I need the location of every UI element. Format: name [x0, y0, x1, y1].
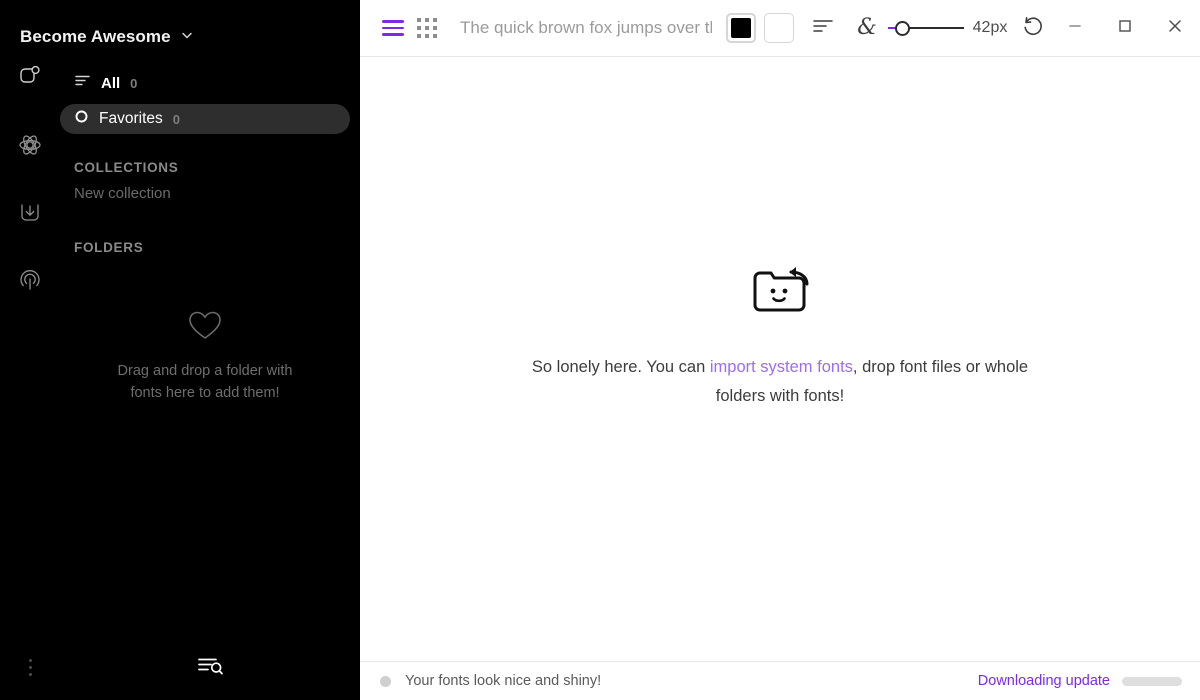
app-window: Become Awesome — [0, 0, 1200, 700]
import-system-fonts-link[interactable]: import system fonts — [710, 358, 853, 376]
circle-icon — [74, 109, 89, 129]
sidebar-item-favorites-count: 0 — [173, 112, 180, 127]
foreground-color-fill — [731, 18, 751, 38]
more-vertical-icon[interactable] — [18, 650, 42, 684]
empty-state-text: So lonely here. You can import system fo… — [515, 353, 1045, 410]
sidebar-item-all[interactable]: All 0 — [60, 68, 350, 98]
folder-dropzone[interactable]: Drag and drop a folder with fonts here t… — [60, 310, 350, 405]
icon-rail — [0, 62, 60, 300]
sidebar-item-all-label: All — [101, 75, 120, 92]
background-color-fill — [769, 18, 789, 38]
sidebar-nav: All 0 Favorites 0 COLLECTIONS New collec… — [60, 68, 350, 259]
grid-view-button[interactable] — [410, 11, 444, 45]
profile-switcher[interactable]: Become Awesome — [0, 0, 360, 56]
folder-smile-arrow-icon — [749, 266, 811, 327]
minimize-button[interactable] — [1050, 0, 1100, 57]
svg-text:&: & — [857, 15, 877, 39]
list-view-button[interactable] — [376, 11, 410, 45]
sidebar-footer — [0, 636, 360, 700]
font-size-value: 42px — [964, 19, 1016, 37]
rail-item-downloads[interactable] — [13, 198, 47, 232]
sidebar-item-favorites-label: Favorites — [99, 110, 163, 128]
profile-name: Become Awesome — [20, 27, 171, 47]
new-collection-button[interactable]: New collection — [60, 179, 350, 208]
maximize-icon — [1118, 19, 1132, 38]
download-icon — [17, 200, 43, 231]
dropzone-line1: Drag and drop a folder with — [118, 363, 293, 379]
broadcast-icon — [17, 268, 43, 299]
reset-icon — [1022, 15, 1044, 42]
slider-track — [909, 27, 964, 29]
align-left-icon — [812, 16, 834, 41]
background-color-swatch[interactable] — [764, 13, 794, 43]
empty-state: So lonely here. You can import system fo… — [360, 57, 1200, 661]
update-progress[interactable]: Downloading update — [978, 673, 1182, 689]
sidebar-item-favorites[interactable]: Favorites 0 — [60, 104, 350, 134]
close-icon — [1167, 18, 1183, 39]
folders-heading: FOLDERS — [60, 240, 350, 255]
list-search-icon[interactable] — [192, 648, 228, 684]
sidebar: Become Awesome — [0, 0, 360, 700]
status-message: Your fonts look nice and shiny! — [405, 673, 601, 689]
hamburger-list-icon — [382, 20, 404, 36]
empty-text-before: So lonely here. You can — [532, 358, 710, 376]
align-left-button[interactable] — [806, 11, 840, 45]
chevron-down-icon — [180, 28, 194, 47]
status-bar: Your fonts look nice and shiny! Download… — [360, 661, 1200, 700]
update-label: Downloading update — [978, 673, 1110, 689]
collections-heading: COLLECTIONS — [60, 160, 350, 175]
slider-handle[interactable] — [895, 21, 910, 36]
foreground-color-swatch[interactable] — [726, 13, 756, 43]
font-size-slider[interactable] — [888, 11, 964, 45]
main-area: & 42px — [360, 0, 1200, 700]
dropzone-text: Drag and drop a folder with fonts here t… — [113, 360, 298, 405]
grid-view-icon — [417, 18, 437, 38]
status-indicator-dot — [380, 676, 391, 687]
list-icon — [74, 72, 91, 94]
rail-item-discover[interactable] — [13, 266, 47, 300]
rail-item-playground[interactable] — [13, 130, 47, 164]
minimize-icon — [1068, 19, 1082, 38]
progress-track — [1122, 677, 1182, 686]
reset-button[interactable] — [1016, 11, 1050, 45]
heart-icon — [188, 310, 222, 346]
glyph-preview-button[interactable]: & — [850, 11, 884, 45]
maximize-button[interactable] — [1100, 0, 1150, 57]
dropzone-line2: fonts here to add them! — [130, 385, 279, 401]
window-controls — [1050, 0, 1200, 57]
atom-icon — [17, 132, 43, 163]
sample-text-input[interactable] — [444, 11, 726, 45]
close-button[interactable] — [1150, 0, 1200, 57]
sidebar-item-all-count: 0 — [130, 76, 137, 91]
toolbar: & 42px — [360, 0, 1200, 57]
ampersand-icon: & — [855, 13, 879, 44]
rail-item-fonts[interactable] — [13, 62, 47, 96]
folder-badge-icon — [17, 64, 43, 95]
